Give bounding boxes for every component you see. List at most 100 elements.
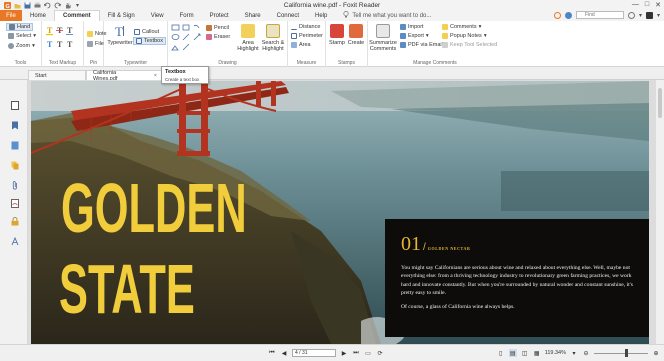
export-button[interactable]: Export ▾ [400, 33, 429, 39]
perimeter-icon [291, 33, 297, 39]
summarize-comments-button[interactable]: Summarize Comments [368, 24, 398, 52]
single-page-view-icon[interactable]: ▯ [497, 349, 505, 357]
facing-view-icon[interactable]: ◫ [521, 349, 529, 357]
zoom-level[interactable]: 119.34% [545, 350, 566, 356]
textbox-button[interactable]: Textbox [133, 37, 166, 45]
bookmarks-icon[interactable] [10, 120, 19, 130]
text-markup-icons[interactable]: TTT TTT [42, 21, 84, 57]
zoom-slider[interactable] [594, 349, 648, 357]
note-icon [87, 31, 93, 37]
area-highlight-button[interactable]: Area Highlight [236, 24, 260, 52]
typewriter-button[interactable]: T Typewriter [106, 24, 134, 46]
view-mode-icon[interactable]: ▭ [364, 349, 372, 357]
scrollbar-thumb[interactable] [658, 88, 662, 118]
customize-dropdown-icon[interactable]: ▾ [74, 2, 81, 9]
select-tool-button[interactable]: Select ▾ [8, 33, 36, 39]
pencil-button[interactable]: Pencil [206, 25, 229, 31]
maximize-button[interactable]: □ [645, 1, 649, 9]
doc-tab-california-wines[interactable]: California Wines.pdf × [86, 70, 164, 82]
group-typewriter: T Typewriter Callout Textbox Typewriter [104, 21, 168, 67]
keep-tool-selected-button[interactable]: Keep Tool Selected [442, 42, 497, 48]
security-lock-icon[interactable] [10, 216, 19, 226]
export-label: Export [408, 33, 424, 39]
page-thumbnails-icon[interactable] [10, 100, 19, 110]
popup-notes-dropdown-icon: ▾ [483, 33, 487, 39]
content-icon[interactable] [10, 236, 19, 246]
save-icon[interactable] [24, 2, 31, 9]
continuous-view-icon[interactable]: ▤ [508, 349, 517, 357]
close-button[interactable]: ✕ [655, 1, 661, 9]
dropdown-icon[interactable]: ▾ [639, 12, 642, 19]
undo-icon[interactable] [44, 2, 51, 9]
tab-help[interactable]: Help [307, 10, 335, 21]
search-highlight-button[interactable]: Search & Highlight [260, 24, 286, 52]
import-icon [400, 24, 406, 30]
callout-button[interactable]: Callout [134, 29, 159, 35]
redo-icon[interactable] [54, 2, 61, 9]
close-tab-icon[interactable]: × [154, 73, 157, 79]
import-label: Import [408, 24, 424, 30]
tab-connect[interactable]: Connect [269, 10, 307, 21]
account-icon[interactable] [645, 11, 653, 19]
tab-file[interactable]: File [0, 10, 22, 21]
layers-icon[interactable] [10, 160, 19, 170]
pages-icon[interactable] [10, 140, 19, 150]
import-button[interactable]: Import [400, 24, 424, 30]
settings-icon[interactable] [627, 11, 635, 19]
paragraph-1: You might say Californians are serious a… [401, 265, 633, 297]
tab-form[interactable]: Form [172, 10, 202, 21]
rotate-view-icon[interactable]: ⟳ [376, 349, 384, 357]
tab-home[interactable]: Home [22, 10, 54, 21]
file-attach-button[interactable]: File [87, 41, 104, 47]
text-panel: 01/GOLDEN NECTAR You might say Californi… [385, 219, 649, 337]
find-input[interactable] [575, 11, 624, 19]
zoom-in-icon[interactable]: ⊕ [652, 349, 660, 357]
open-icon[interactable] [14, 2, 21, 9]
attachments-icon[interactable] [10, 180, 19, 190]
previous-page-icon[interactable]: ◀ [280, 349, 288, 357]
tell-me-box[interactable]: Tell me what you want to do... [343, 10, 431, 21]
group-label-tools: Tools [14, 60, 27, 66]
popup-notes-button[interactable]: Popup Notes ▾ [442, 33, 487, 39]
page-number-input[interactable] [292, 349, 336, 357]
zoom-thumb[interactable] [624, 349, 628, 357]
keep-tool-label: Keep Tool Selected [450, 42, 498, 48]
last-page-icon[interactable]: ⏭ [352, 349, 360, 357]
create-stamp-button[interactable]: Create [346, 24, 366, 46]
zoom-controls: ▯ ▤ ◫ ▦ 119.34% ▾ ⊖ ⊕ [497, 349, 660, 357]
sun-icon[interactable] [553, 11, 561, 19]
document-viewport[interactable]: GOLDEN STATE 01/GOLDEN NECTAR You might … [28, 80, 656, 344]
pdf-via-email-button[interactable]: PDF via Email [400, 42, 443, 48]
help-icon[interactable] [564, 11, 572, 19]
eraser-icon [206, 34, 212, 40]
zoom-tool-icon [8, 43, 14, 49]
tab-share[interactable]: Share [237, 10, 269, 21]
zoom-dropdown-icon[interactable]: ▾ [570, 349, 578, 357]
eraser-button[interactable]: Eraser [206, 34, 230, 40]
tab-protect[interactable]: Protect [202, 10, 237, 21]
zoom-tool-button[interactable]: Zoom ▾ [8, 43, 35, 49]
signature-icon[interactable] [10, 198, 19, 208]
next-page-icon[interactable]: ▶ [340, 349, 348, 357]
doc-tab-start[interactable]: Start [28, 70, 86, 80]
hand-tool-button[interactable]: Hand [6, 23, 34, 31]
ribbon-collapse-icon[interactable]: ▾ [657, 12, 660, 19]
comments-button[interactable]: Comments ▾ [442, 24, 481, 30]
shape-tools-icons[interactable] [170, 23, 204, 57]
group-text-markup: TTT TTT Text Markup [42, 21, 84, 67]
area-button[interactable]: Area [291, 42, 311, 48]
stamp-button[interactable]: Stamp [327, 24, 347, 46]
distance-button[interactable]: Distance [291, 24, 320, 30]
first-page-icon[interactable]: ⏮ [268, 349, 276, 357]
tab-view[interactable]: View [143, 10, 172, 21]
hand-icon[interactable] [64, 2, 71, 9]
print-icon[interactable] [34, 2, 41, 9]
perimeter-button[interactable]: Perimeter [291, 33, 323, 39]
minimize-button[interactable]: — [632, 1, 639, 9]
vertical-scrollbar[interactable] [656, 80, 664, 344]
tab-comment[interactable]: Comment [54, 10, 100, 21]
continuous-facing-view-icon[interactable]: ▦ [533, 349, 541, 357]
tab-fill-sign[interactable]: Fill & Sign [100, 10, 143, 21]
comments-dropdown-icon: ▾ [478, 24, 482, 30]
zoom-out-icon[interactable]: ⊖ [582, 349, 590, 357]
